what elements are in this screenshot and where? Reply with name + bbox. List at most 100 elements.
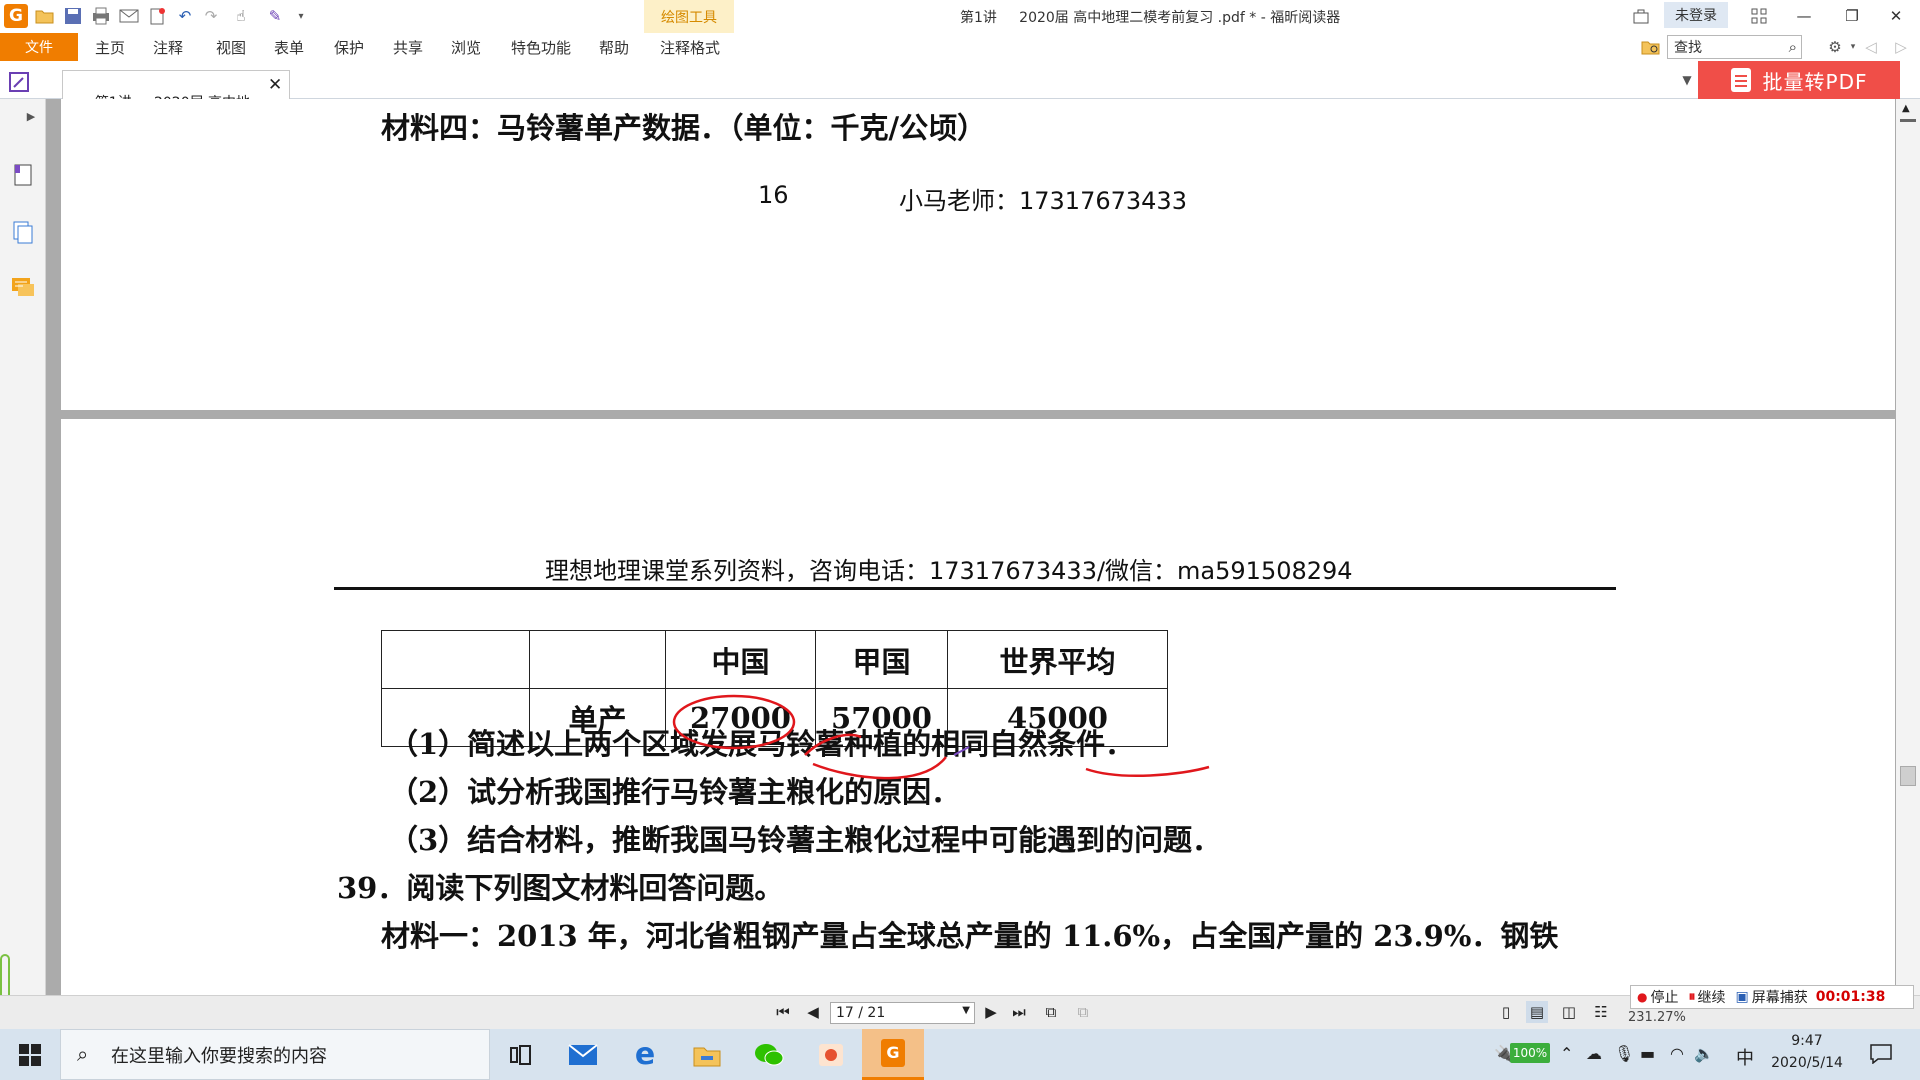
pen-annotations[interactable] bbox=[61, 419, 1895, 995]
edge-browser-icon[interactable]: e bbox=[614, 1029, 676, 1080]
document-viewport[interactable]: 材料四：马铃薯单产数据．（单位：千克/公顷） 16 小马老师：173176734… bbox=[46, 99, 1896, 995]
menu-protect[interactable]: 保护 bbox=[334, 37, 364, 58]
foxit-reader-taskbar-icon[interactable]: G bbox=[862, 1029, 924, 1080]
mail-app-icon[interactable] bbox=[552, 1029, 614, 1080]
close-window-icon[interactable]: ✕ bbox=[1876, 3, 1916, 29]
page-dropdown-icon[interactable]: ▼ bbox=[962, 1005, 970, 1016]
previous-page-icon[interactable]: ◀ bbox=[802, 1001, 824, 1023]
wifi-icon[interactable]: ◠ bbox=[1670, 1044, 1684, 1063]
microphone-icon[interactable]: 🎙 bbox=[1614, 1044, 1634, 1063]
menu-view[interactable]: 视图 bbox=[216, 37, 246, 58]
battery-icon[interactable]: ▬ bbox=[1640, 1044, 1655, 1063]
next-view-icon[interactable]: ⧉ bbox=[1072, 1001, 1094, 1023]
screen-capture-button[interactable]: 屏幕捕获 bbox=[1752, 987, 1808, 1007]
tab-list-dropdown-icon[interactable]: ▼ bbox=[1676, 69, 1698, 91]
customize-toolbar-icon[interactable]: ▾ bbox=[290, 5, 312, 27]
menu-browse[interactable]: 浏览 bbox=[451, 37, 481, 58]
annotation-underline-natural-conditions[interactable] bbox=[1085, 765, 1210, 778]
facing-view-icon[interactable]: ◫ bbox=[1558, 1001, 1580, 1023]
hand-tool-icon[interactable]: ☝ bbox=[230, 5, 252, 27]
edit-mode-icon[interactable] bbox=[8, 71, 30, 93]
restore-icon[interactable]: ❐ bbox=[1832, 3, 1872, 29]
menu-share[interactable]: 共享 bbox=[393, 37, 423, 58]
last-page-icon[interactable]: ⏭ bbox=[1008, 1001, 1030, 1023]
layout-grid-icon[interactable] bbox=[1748, 5, 1770, 27]
menu-help[interactable]: 帮助 bbox=[599, 37, 629, 58]
open-folder-icon[interactable] bbox=[34, 5, 56, 27]
next-page-icon[interactable]: ▶ bbox=[980, 1001, 1002, 1023]
screen-capture-icon[interactable]: ▣ bbox=[1735, 989, 1748, 1005]
zoom-level[interactable]: 231.27% bbox=[1628, 1010, 1686, 1025]
app-logo-icon[interactable]: G bbox=[4, 4, 28, 28]
annotation-circle-potato[interactable] bbox=[812, 756, 947, 780]
skin-icon[interactable] bbox=[1630, 5, 1652, 27]
first-page-icon[interactable]: ⏮ bbox=[772, 1001, 794, 1023]
windows-start-icon[interactable] bbox=[0, 1029, 60, 1080]
batch-convert-pdf-button[interactable]: 批量转PDF bbox=[1698, 61, 1900, 99]
nav-back-icon[interactable]: ◁ bbox=[1860, 36, 1882, 58]
page-number-value: 17 / 21 bbox=[836, 1005, 886, 1021]
pen-tool-icon[interactable]: ✎ bbox=[264, 5, 286, 27]
save-icon[interactable] bbox=[62, 5, 84, 27]
record-resume-button[interactable]: 继续 bbox=[1697, 987, 1725, 1007]
battery-indicator[interactable]: 100% bbox=[1510, 1043, 1550, 1063]
menu-home[interactable]: 主页 bbox=[95, 37, 125, 58]
title-bar: G ↶ ↷ ☝ ✎ ▾ 绘图工具 第1讲 2020届 高中地理二模考前复习 .p… bbox=[0, 0, 1920, 33]
comments-panel-icon[interactable] bbox=[10, 275, 36, 301]
menu-file[interactable]: 文件 bbox=[0, 33, 78, 61]
show-hidden-icons-icon[interactable]: ⌃ bbox=[1560, 1044, 1573, 1063]
menu-comment-format[interactable]: 注释格式 bbox=[660, 37, 720, 58]
menu-comment[interactable]: 注释 bbox=[153, 37, 183, 58]
email-icon[interactable] bbox=[118, 5, 140, 27]
minimize-icon[interactable]: — bbox=[1784, 3, 1824, 29]
notification-center-icon[interactable] bbox=[1870, 1044, 1892, 1068]
menu-form[interactable]: 表单 bbox=[274, 37, 304, 58]
record-stop-button[interactable]: 停止 bbox=[1650, 987, 1678, 1007]
expand-panel-icon[interactable]: ▶ bbox=[20, 105, 42, 127]
clock-time[interactable]: 9:47 bbox=[1762, 1033, 1852, 1049]
ribbon-menu: 文件 主页 注释 视图 表单 保护 共享 浏览 特色功能 帮助 注释格式 查找 … bbox=[0, 33, 1920, 61]
record-pause-icon[interactable]: ⏸ bbox=[1688, 989, 1695, 1005]
task-view-icon[interactable] bbox=[490, 1029, 552, 1080]
page-number-field[interactable]: 17 / 21 ▼ bbox=[830, 1002, 975, 1024]
annotation-stroke-purple[interactable] bbox=[953, 746, 970, 756]
nav-forward-icon[interactable]: ▷ bbox=[1890, 36, 1912, 58]
bookmark-panel-icon[interactable] bbox=[10, 161, 36, 187]
taskbar-search-input[interactable]: ⌕ 在这里输入你要搜索的内容 bbox=[60, 1029, 490, 1080]
previous-view-icon[interactable]: ⧉ bbox=[1040, 1001, 1062, 1023]
drawing-tools-context-tab[interactable]: 绘图工具 bbox=[644, 0, 734, 33]
file-explorer-icon[interactable] bbox=[676, 1029, 738, 1080]
search-icon[interactable]: ⌕ bbox=[1789, 38, 1797, 56]
print-icon[interactable] bbox=[90, 5, 112, 27]
record-stop-icon[interactable]: ● bbox=[1637, 990, 1647, 1004]
taskbar-search-placeholder: 在这里输入你要搜索的内容 bbox=[111, 1045, 327, 1067]
window-title: 第1讲 2020届 高中地理二模考前复习 .pdf * - 福昕阅读器 bbox=[960, 10, 1341, 26]
menu-special-features[interactable]: 特色功能 bbox=[511, 37, 571, 58]
new-document-icon[interactable] bbox=[146, 5, 168, 27]
ime-indicator[interactable]: 中 bbox=[1736, 1044, 1754, 1070]
undo-icon[interactable]: ↶ bbox=[174, 5, 196, 27]
annotation-circle-27000[interactable] bbox=[672, 694, 796, 750]
scroll-thumb[interactable] bbox=[1900, 766, 1916, 786]
windows-taskbar: ⌕ 在这里输入你要搜索的内容 e G 🔌 100% ⌃ ☁ 🎙 ▬ ◠ 🔈 中 … bbox=[0, 1029, 1920, 1080]
redo-icon[interactable]: ↷ bbox=[200, 5, 222, 27]
close-tab-icon[interactable]: ✕ bbox=[268, 75, 282, 95]
continuous-view-icon[interactable]: ▤ bbox=[1526, 1001, 1548, 1023]
search-input[interactable]: 查找 ⌕ bbox=[1667, 35, 1802, 59]
search-placeholder: 查找 bbox=[1674, 40, 1702, 56]
single-page-view-icon[interactable]: ▯ bbox=[1495, 1001, 1517, 1023]
page-thumbnails-icon[interactable] bbox=[10, 219, 36, 245]
pdf-page-16: 材料四：马铃薯单产数据．（单位：千克/公顷） 16 小马老师：173176734… bbox=[61, 99, 1895, 410]
find-folder-icon[interactable] bbox=[1640, 36, 1662, 58]
login-button[interactable]: 未登录 bbox=[1664, 2, 1728, 28]
continuous-facing-view-icon[interactable]: ☷ bbox=[1590, 1001, 1612, 1023]
clock-date[interactable]: 2020/5/14 bbox=[1762, 1055, 1852, 1071]
presentation-app-icon[interactable] bbox=[800, 1029, 862, 1080]
volume-icon[interactable]: 🔈 bbox=[1694, 1044, 1714, 1063]
scroll-up-icon[interactable]: ▲ bbox=[1902, 103, 1910, 114]
wechat-icon[interactable] bbox=[738, 1029, 800, 1080]
vertical-scrollbar[interactable]: ▲ bbox=[1896, 99, 1920, 995]
annotation-arc-potato[interactable] bbox=[804, 733, 862, 756]
onedrive-icon[interactable]: ☁ bbox=[1586, 1044, 1602, 1063]
tab-document[interactable]: 第1讲 2020届 高中地... bbox=[62, 70, 290, 111]
